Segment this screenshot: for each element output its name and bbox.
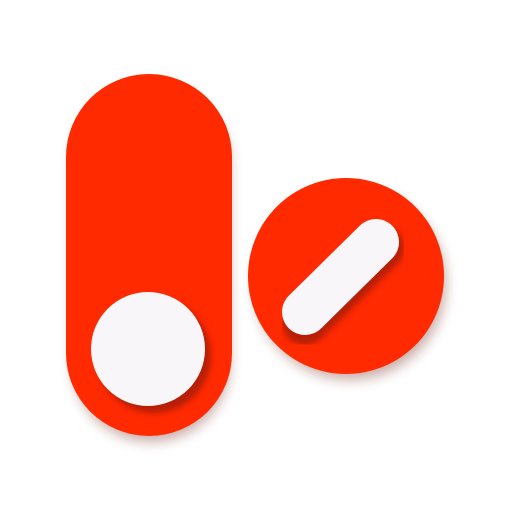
round-pill — [248, 178, 446, 380]
toggle-and-pill-logo — [66, 74, 446, 442]
app-icon-canvas — [0, 0, 512, 512]
toggle-knob — [91, 292, 205, 406]
toggle-switch — [66, 74, 232, 442]
